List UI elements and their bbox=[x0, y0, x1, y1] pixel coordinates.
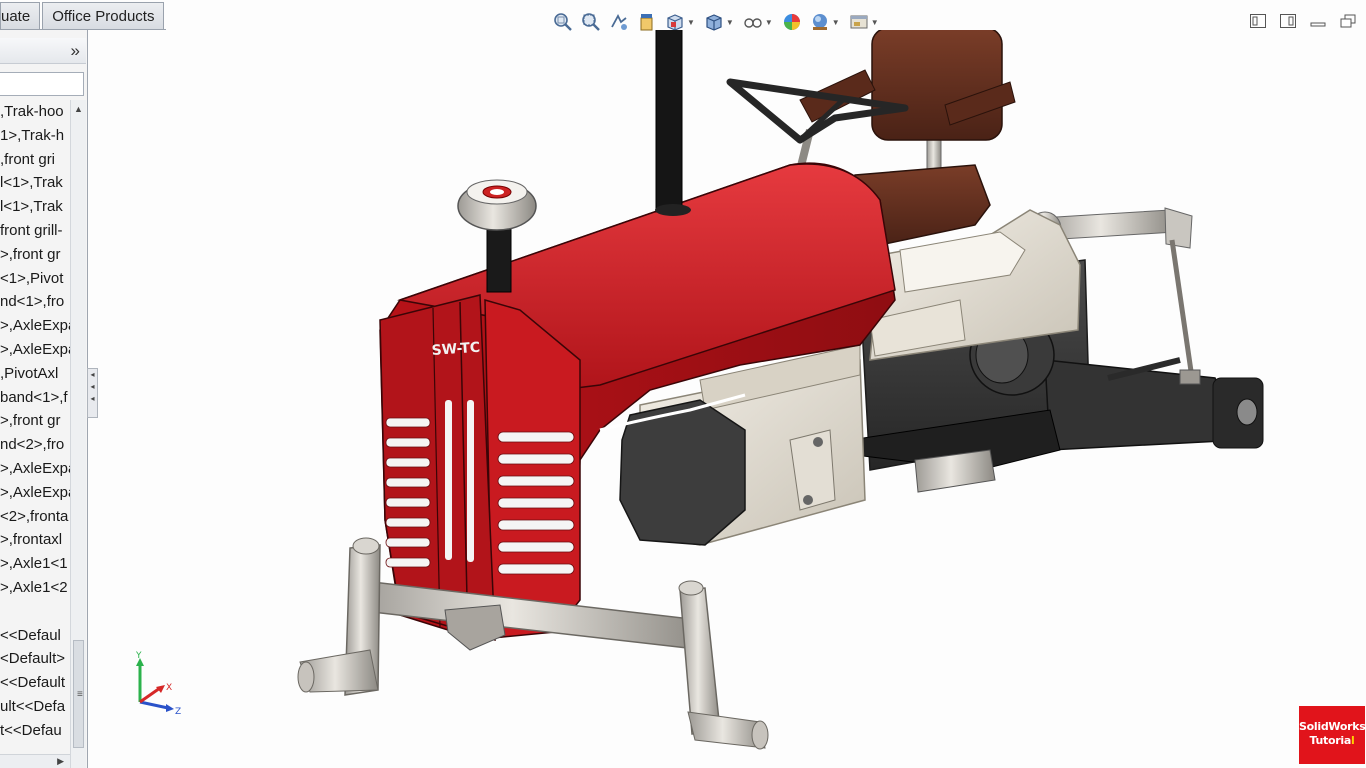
panel-header: » bbox=[0, 38, 86, 64]
feature-tree-item[interactable]: >,Axle1<1 bbox=[0, 552, 70, 576]
feature-tree-item[interactable]: <Default> bbox=[0, 647, 70, 671]
feature-tree-item[interactable] bbox=[0, 600, 70, 624]
scroll-up-arrow-icon[interactable]: ▲ bbox=[74, 104, 83, 114]
svg-text:Y: Y bbox=[135, 651, 142, 661]
feature-tree-item[interactable]: t<<Defau bbox=[0, 719, 70, 743]
tile-left-icon[interactable] bbox=[1248, 12, 1268, 30]
grip-icon: ≡ bbox=[77, 689, 83, 700]
feature-tree-item[interactable]: <2>,fronta bbox=[0, 505, 70, 529]
feature-tree-item[interactable]: front grill- bbox=[0, 219, 70, 243]
feature-tree-item[interactable]: l<1>,Trak bbox=[0, 171, 70, 195]
feature-tree-item[interactable]: >,Axle1<2 bbox=[0, 576, 70, 600]
feature-tree-item[interactable]: ,Trak-hoo bbox=[0, 100, 70, 124]
scrollbar-thumb[interactable]: ≡ bbox=[73, 640, 84, 748]
solidworks-tutorial-badge: SolidWorks Tutorial bbox=[1299, 706, 1366, 764]
chevron-down-icon[interactable]: ▼ bbox=[871, 18, 879, 27]
feature-tree-item[interactable]: >,AxleExpa bbox=[0, 338, 70, 362]
tab-evaluate[interactable]: uate bbox=[0, 2, 41, 30]
feature-tree-item[interactable]: nd<2>,fro bbox=[0, 433, 70, 457]
feature-tree-item[interactable]: ult<<Defa bbox=[0, 695, 70, 719]
chevron-down-icon[interactable]: ▼ bbox=[687, 18, 695, 27]
feature-tree-item[interactable]: l<1>,Trak bbox=[0, 195, 70, 219]
tab-office-products[interactable]: Office Products bbox=[42, 2, 165, 30]
feature-tree-item[interactable]: <<Defaul bbox=[0, 624, 70, 648]
feature-manager-panel: » ,Trak-hoo 1>,Trak-h ,front gri l<1>,Trak l… bbox=[0, 30, 88, 768]
restore-icon[interactable] bbox=[1338, 12, 1358, 30]
feature-tree-item[interactable]: >,AxleExpa bbox=[0, 481, 70, 505]
chevron-down-icon[interactable]: ▼ bbox=[832, 18, 840, 27]
coordinate-triad: Y X Z bbox=[135, 651, 181, 716]
feature-tree-item[interactable]: <<Default bbox=[0, 671, 70, 695]
feature-tree-item[interactable]: band<1>,f bbox=[0, 386, 70, 410]
scroll-right-arrow-icon[interactable]: ▶ bbox=[57, 756, 64, 767]
feature-tree-item[interactable]: <1>,Pivot bbox=[0, 267, 70, 291]
feature-tree-item[interactable]: nd<1>,fro bbox=[0, 290, 70, 314]
tile-right-icon[interactable] bbox=[1278, 12, 1298, 30]
svg-text:Z: Z bbox=[175, 707, 181, 716]
svg-text:SW-TC: SW-TC bbox=[431, 340, 480, 359]
graphics-area[interactable]: SW-TC Y X Z bbox=[90, 0, 1366, 768]
feature-tree-horizontal-scrollbar[interactable]: ▶ bbox=[0, 754, 70, 768]
feature-tree-item[interactable]: ,PivotAxl bbox=[0, 362, 70, 386]
feature-tree-item[interactable]: >,AxleExpa bbox=[0, 314, 70, 338]
feature-tree-item[interactable]: >,frontaxl bbox=[0, 528, 70, 552]
minimize-icon[interactable] bbox=[1308, 12, 1328, 30]
feature-tree-vertical-scrollbar[interactable]: ▲ ≡ ▼ bbox=[70, 100, 86, 768]
solidworks-window: uate Office Products » ,Trak-hoo 1>,Trak-… bbox=[0, 0, 1366, 768]
tractor-assembly-model[interactable]: SW-TC bbox=[90, 0, 1366, 768]
double-chevron-right-icon[interactable]: » bbox=[71, 41, 80, 61]
chevron-down-icon[interactable]: ▼ bbox=[765, 18, 773, 27]
chevron-down-icon[interactable]: ▼ bbox=[726, 18, 734, 27]
svg-text:X: X bbox=[166, 683, 172, 693]
feature-tree-item[interactable]: ,front gri bbox=[0, 148, 70, 172]
feature-tree-item[interactable]: >,AxleExpa bbox=[0, 457, 70, 481]
feature-tree: ,Trak-hoo 1>,Trak-h ,front gri l<1>,Trak l<1… bbox=[0, 100, 70, 762]
feature-tree-item[interactable]: >,front gr bbox=[0, 409, 70, 433]
feature-tree-filter-input[interactable] bbox=[0, 72, 84, 96]
command-manager-tabs: uate Office Products bbox=[0, 0, 166, 30]
exhaust-stack bbox=[655, 0, 691, 216]
feature-tree-item[interactable]: 1>,Trak-h bbox=[0, 124, 70, 148]
feature-tree-item[interactable]: >,front gr bbox=[0, 243, 70, 267]
window-controls bbox=[1248, 12, 1358, 30]
